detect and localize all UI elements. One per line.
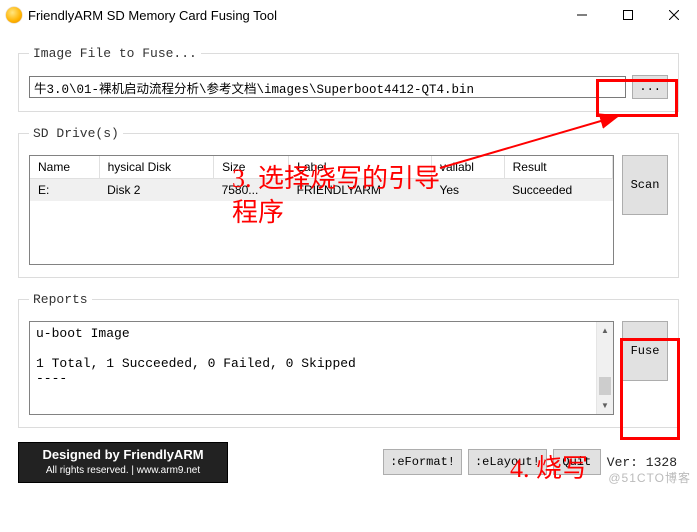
group-sd-drives-legend: SD Drive(s)	[29, 126, 123, 141]
scroll-thumb[interactable]	[599, 377, 611, 395]
cell-label: FRIENDLYARM	[289, 179, 432, 202]
drive-list-header: Name hysical Disk Size Label vailabl Res…	[30, 156, 613, 179]
app-icon	[6, 7, 22, 23]
titlebar: FriendlyARM SD Memory Card Fusing Tool	[0, 0, 697, 30]
browse-button[interactable]: ...	[632, 75, 668, 99]
col-size[interactable]: Size	[214, 156, 289, 179]
drive-list[interactable]: Name hysical Disk Size Label vailabl Res…	[29, 155, 614, 265]
group-reports-legend: Reports	[29, 292, 92, 307]
scroll-up-icon[interactable]: ▲	[597, 322, 613, 339]
cell-available: Yes	[431, 179, 504, 202]
relayout-button[interactable]: :eLayout!	[468, 449, 547, 475]
fuse-button[interactable]: Fuse	[622, 321, 668, 381]
bottom-bar: Designed by FriendlyARM All rights reser…	[18, 442, 679, 483]
quit-button[interactable]: Quit	[553, 449, 601, 475]
col-result[interactable]: Result	[504, 156, 612, 179]
scroll-track[interactable]	[597, 339, 613, 397]
table-row[interactable]: E: Disk 2 7580... FRIENDLYARM Yes Succee…	[30, 179, 613, 202]
cell-result: Succeeded	[504, 179, 612, 202]
maximize-button[interactable]	[605, 0, 651, 30]
group-image-file-legend: Image File to Fuse...	[29, 46, 201, 61]
minimize-button[interactable]	[559, 0, 605, 30]
cell-disk: Disk 2	[99, 179, 213, 202]
reports-text: u-boot Image 1 Total, 1 Succeeded, 0 Fai…	[30, 322, 596, 414]
col-name[interactable]: Name	[30, 156, 99, 179]
scroll-down-icon[interactable]: ▼	[597, 397, 613, 414]
reformat-button[interactable]: :eFormat!	[383, 449, 462, 475]
banner-line1: Designed by FriendlyARM	[29, 447, 217, 464]
version-label: Ver: 1328	[607, 455, 679, 470]
reports-scrollbar[interactable]: ▲ ▼	[596, 322, 613, 414]
cell-name: E:	[30, 179, 99, 202]
group-sd-drives: SD Drive(s) Name hysical Disk Size Label…	[18, 126, 679, 278]
group-image-file: Image File to Fuse... ...	[18, 46, 679, 112]
scan-button[interactable]: Scan	[622, 155, 668, 215]
banner[interactable]: Designed by FriendlyARM All rights reser…	[18, 442, 228, 483]
group-reports: Reports u-boot Image 1 Total, 1 Succeede…	[18, 292, 679, 428]
window-title: FriendlyARM SD Memory Card Fusing Tool	[28, 8, 277, 23]
col-available[interactable]: vailabl	[431, 156, 504, 179]
image-path-input[interactable]	[29, 76, 626, 98]
col-label[interactable]: Label	[289, 156, 432, 179]
reports-box[interactable]: u-boot Image 1 Total, 1 Succeeded, 0 Fai…	[29, 321, 614, 415]
window-buttons	[559, 0, 697, 30]
banner-line2: All rights reserved. | www.arm9.net	[29, 464, 217, 477]
close-button[interactable]	[651, 0, 697, 30]
cell-size: 7580...	[214, 179, 289, 202]
col-physical-disk[interactable]: hysical Disk	[99, 156, 213, 179]
